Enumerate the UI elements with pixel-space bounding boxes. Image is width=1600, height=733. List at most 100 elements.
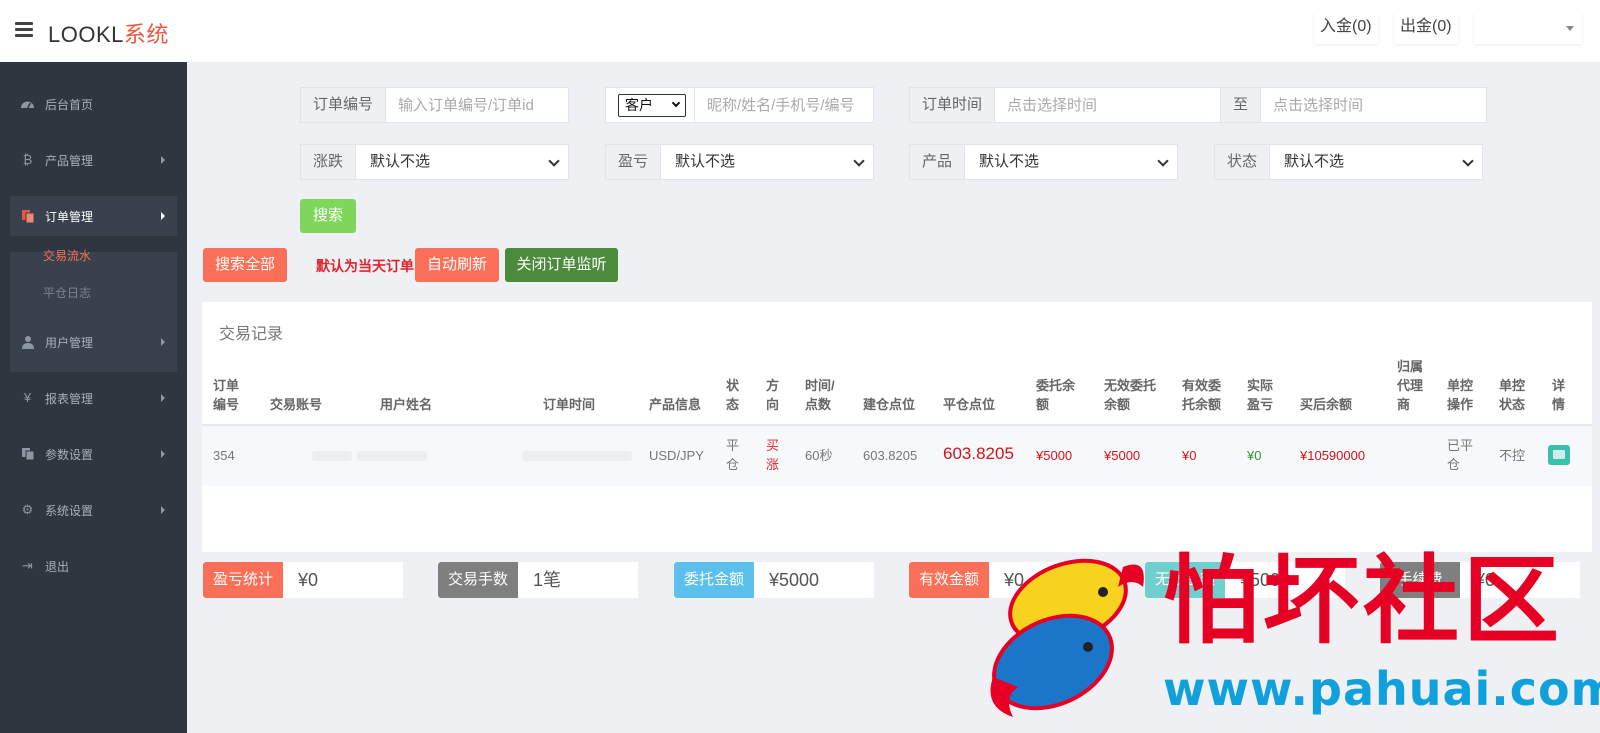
sidebar-item-label: 报表管理 <box>45 392 94 406</box>
sidebar-item-products[interactable]: ₿ 产品管理 <box>0 140 187 180</box>
product-select[interactable]: 默认不选 <box>965 145 1177 179</box>
chevron-right-icon <box>161 394 165 402</box>
order-no-label: 订单编号 <box>301 88 387 122</box>
th-account: 交易账号 <box>270 397 323 412</box>
th-username: 用户姓名 <box>380 397 433 412</box>
close-monitor-button[interactable]: 关闭订单监听 <box>505 248 618 282</box>
stat-value: ¥5000 <box>769 570 820 590</box>
updown-filter: 涨跌 默认不选 <box>300 144 569 180</box>
sidebar-item-label: 参数设置 <box>45 448 94 462</box>
auto-refresh-button[interactable]: 自动刷新 <box>415 248 499 282</box>
th-valid-entrust: 有效委托余额 <box>1182 378 1222 412</box>
watermark-url: www.pahuai.com <box>1163 662 1600 716</box>
sidebar-item-home[interactable]: 后台首页 <box>0 84 187 124</box>
sidebar-item-system[interactable]: ⚙ 系统设置 <box>0 490 187 530</box>
stat-label: 盈亏统计 <box>203 562 283 598</box>
cell-balance-after: ¥10590000 <box>1300 448 1366 463</box>
profit-value: 默认不选 <box>675 153 736 170</box>
watermark: 怕坏社区 www.pahuai.com <box>968 547 1600 733</box>
updown-select[interactable]: 默认不选 <box>356 145 568 179</box>
sidebar-item-label: 退出 <box>45 560 70 574</box>
time-start-input[interactable] <box>995 88 1220 122</box>
th-balance-after: 买后余额 <box>1300 397 1353 412</box>
trade-records-card: 交易记录 订单编号 交易账号 用户姓名 订单时间 产品信息 状态 方向 时间/点… <box>202 302 1592 552</box>
profit-filter: 盈亏 默认不选 <box>605 144 874 180</box>
chevron-down-icon <box>853 155 865 167</box>
user-icon <box>20 335 35 349</box>
yen-icon: ¥ <box>23 390 32 405</box>
app-logo: LOOKL系统 <box>48 17 169 49</box>
menu-toggle-icon[interactable] <box>15 22 33 37</box>
to-label: 至 <box>1220 88 1262 122</box>
stat-entrust: 委托金额 ¥5000 <box>674 562 874 598</box>
gears-icon: ⚙ <box>21 502 34 517</box>
sidebar-item-reports[interactable]: ¥ 报表管理 <box>0 378 187 418</box>
dashboard-icon <box>20 97 35 111</box>
image-icon <box>1553 450 1565 459</box>
sidebar-subitem-trade-flow[interactable]: 交易流水 <box>43 247 91 264</box>
time-end-input[interactable] <box>1261 88 1486 122</box>
product-label: 产品 <box>910 145 966 179</box>
order-time-label: 订单时间 <box>910 88 996 122</box>
customer-search-input[interactable] <box>694 88 873 122</box>
detail-button[interactable] <box>1548 445 1570 465</box>
order-no-filter: 订单编号 <box>300 87 569 123</box>
order-no-input[interactable] <box>386 88 568 122</box>
th-profit: 实际盈亏 <box>1247 378 1274 412</box>
stat-value: ¥0 <box>298 570 319 590</box>
chevron-down-icon <box>548 155 560 167</box>
stat-profit: 盈亏统计 ¥0 <box>203 562 403 598</box>
th-product: 产品信息 <box>649 397 702 412</box>
customer-type-select[interactable]: 客户 <box>618 94 686 117</box>
cell-open-price: 603.8205 <box>863 448 918 463</box>
user-dropdown[interactable] <box>1474 12 1582 44</box>
top-bar: LOOKL系统 入金(0) 出金(0) <box>0 0 1600 62</box>
profit-label: 盈亏 <box>606 145 662 179</box>
sidebar-item-users[interactable]: 用户管理 <box>0 322 187 362</box>
chevron-down-icon <box>1157 155 1169 167</box>
logo-accent: 系统 <box>123 22 169 47</box>
th-open-price: 建仓点位 <box>863 397 916 412</box>
cell-direction: 买涨 <box>766 438 780 472</box>
card-title: 交易记录 <box>219 326 284 343</box>
th-entrust: 委托余额 <box>1036 378 1076 412</box>
cell-invalid-entrust: ¥5000 <box>1104 448 1141 463</box>
sidebar-item-label: 后台首页 <box>45 98 94 112</box>
deposit-button[interactable]: 入金(0) <box>1314 12 1378 44</box>
th-order-no: 订单编号 <box>213 378 240 412</box>
th-direction: 方向 <box>766 378 780 412</box>
status-value: 默认不选 <box>1284 153 1345 170</box>
chevron-right-icon <box>161 338 165 346</box>
chevron-right-icon <box>161 506 165 514</box>
sidebar-item-logout[interactable]: ⇥ 退出 <box>0 546 187 586</box>
table-header: 订单编号 交易账号 用户姓名 订单时间 产品信息 状态 方向 时间/点数 建仓点… <box>202 354 1592 426</box>
th-close-price: 平仓点位 <box>943 397 996 412</box>
status-filter: 状态 默认不选 <box>1214 144 1483 180</box>
sidebar-subitem-close-log[interactable]: 平仓日志 <box>43 284 91 301</box>
stat-label: 交易手数 <box>438 562 518 598</box>
watermark-title: 怕坏社区 <box>1163 544 1563 657</box>
sidebar-item-label: 用户管理 <box>45 336 94 350</box>
table-row: 354 USD/JPY 平仓 买涨 60秒 603.8205 603.8205 … <box>202 426 1592 486</box>
withdraw-button[interactable]: 出金(0) <box>1394 12 1458 44</box>
search-all-button[interactable]: 搜索全部 <box>203 248 287 282</box>
cell-time-masked <box>522 451 632 461</box>
sidebar-item-label: 产品管理 <box>45 154 94 168</box>
updown-label: 涨跌 <box>301 145 357 179</box>
sidebar-item-orders[interactable]: 订单管理 <box>10 196 177 236</box>
th-ctrl-op: 单控操作 <box>1447 378 1474 412</box>
status-select[interactable]: 默认不选 <box>1270 145 1482 179</box>
profit-select[interactable]: 默认不选 <box>661 145 873 179</box>
cell-profit: ¥0 <box>1247 448 1262 463</box>
chevron-down-icon <box>1462 155 1474 167</box>
clone-icon <box>20 447 35 461</box>
cell-username-masked <box>357 451 427 461</box>
cell-account-masked <box>312 451 352 461</box>
th-order-time: 订单时间 <box>543 397 596 412</box>
copy-icon <box>20 209 35 224</box>
cell-ctrl-op: 已平仓 <box>1447 438 1474 472</box>
sidebar: 后台首页 ₿ 产品管理 订单管理 交易流水 平仓日志 用户管理 ¥ 报表管理 参… <box>0 62 187 733</box>
search-button[interactable]: 搜索 <box>300 199 356 233</box>
bitcoin-icon: ₿ <box>22 152 33 167</box>
sidebar-item-params[interactable]: 参数设置 <box>0 434 187 474</box>
